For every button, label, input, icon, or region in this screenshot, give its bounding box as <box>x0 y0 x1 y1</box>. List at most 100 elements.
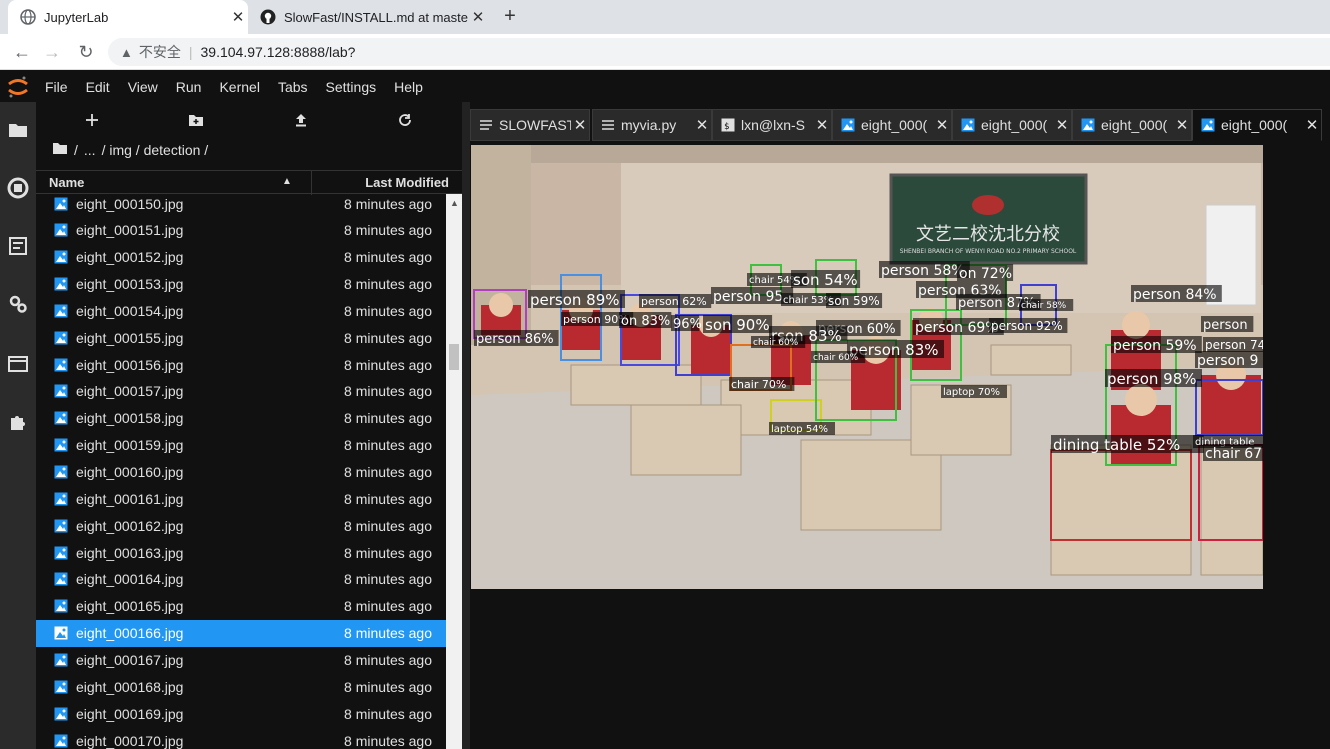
detection-label: person 95 <box>713 289 783 305</box>
breadcrumb-path[interactable]: / img / detection / <box>102 142 209 158</box>
back-button[interactable]: ← <box>10 40 34 64</box>
close-tab-icon[interactable]: ✕ <box>468 8 488 26</box>
file-row[interactable]: eight_000162.jpg 8 minutes ago <box>36 512 446 539</box>
forward-button[interactable]: → <box>40 40 64 64</box>
browser-toolbar: ← → ↻ ▲ 不安全 | 39.104.97.128:8888/lab? <box>0 34 1330 70</box>
panel-splitter[interactable] <box>462 102 470 749</box>
dock-tab[interactable]: eight_000(✕ <box>1072 109 1192 141</box>
file-row[interactable]: eight_000156.jpg 8 minutes ago <box>36 351 446 378</box>
close-tab-icon[interactable]: ✕ <box>933 116 951 134</box>
dock-tab[interactable]: eight_000(✕ <box>1192 109 1322 141</box>
image-file-icon <box>54 250 68 264</box>
close-tab-icon[interactable]: ✕ <box>813 116 831 134</box>
file-row[interactable]: eight_000151.jpg 8 minutes ago <box>36 217 446 244</box>
folder-icon[interactable] <box>52 142 68 158</box>
gear-icon[interactable] <box>6 292 30 316</box>
new-folder-button[interactable] <box>182 108 210 132</box>
menu-file[interactable]: File <box>36 79 77 95</box>
file-row[interactable]: eight_000165.jpg 8 minutes ago <box>36 593 446 620</box>
file-name: eight_000166.jpg <box>76 625 184 642</box>
column-divider[interactable] <box>311 171 312 195</box>
file-row[interactable]: eight_000166.jpg 8 minutes ago <box>36 619 446 647</box>
image-file-icon <box>54 572 68 586</box>
file-list-header: Name ▲ Last Modified <box>36 170 462 195</box>
file-row[interactable]: eight_000167.jpg 8 minutes ago <box>36 646 446 673</box>
sort-ascending-icon[interactable]: ▲ <box>282 176 292 187</box>
refresh-button[interactable] <box>391 108 419 132</box>
jupyter-logo-icon <box>0 71 36 102</box>
new-tab-button[interactable]: + <box>498 4 522 28</box>
menu-kernel[interactable]: Kernel <box>210 79 268 95</box>
image-file-icon <box>54 223 68 237</box>
file-row[interactable]: eight_000150.jpg 8 minutes ago <box>36 194 446 217</box>
file-row[interactable]: eight_000158.jpg 8 minutes ago <box>36 405 446 432</box>
file-row[interactable]: eight_000152.jpg 8 minutes ago <box>36 244 446 271</box>
close-tab-icon[interactable]: ✕ <box>228 8 248 26</box>
reload-button[interactable]: ↻ <box>74 40 98 64</box>
file-row[interactable]: eight_000159.jpg 8 minutes ago <box>36 432 446 459</box>
detection-label: person <box>1203 318 1248 333</box>
scroll-up-icon[interactable]: ▲ <box>450 198 459 208</box>
upload-button[interactable] <box>287 108 315 132</box>
file-name: eight_000162.jpg <box>76 517 184 534</box>
file-row[interactable]: eight_000164.jpg 8 minutes ago <box>36 566 446 593</box>
file-list-scrollbar[interactable]: ▲ <box>446 194 462 749</box>
file-row[interactable]: eight_000163.jpg 8 minutes ago <box>36 539 446 566</box>
warning-icon[interactable]: ▲ <box>120 45 133 60</box>
browser-tab-github[interactable]: SlowFast/INSTALL.md at maste ✕ <box>248 0 488 34</box>
image-file-icon <box>54 438 68 452</box>
close-tab-icon[interactable]: ✕ <box>693 116 711 134</box>
image-file-icon <box>54 519 68 533</box>
security-label[interactable]: 不安全 <box>139 42 181 62</box>
file-modified: 8 minutes ago <box>344 383 432 400</box>
url-text[interactable]: 39.104.97.128:8888/lab? <box>201 44 356 60</box>
running-sessions-icon[interactable] <box>6 176 30 200</box>
scrollbar-thumb[interactable] <box>449 344 459 370</box>
github-icon <box>260 9 276 25</box>
detection-label: son 90% <box>705 316 770 334</box>
file-row[interactable]: eight_000157.jpg 8 minutes ago <box>36 378 446 405</box>
file-name: eight_000153.jpg <box>76 276 184 293</box>
file-row[interactable]: eight_000168.jpg 8 minutes ago <box>36 673 446 700</box>
close-tab-icon[interactable]: ✕ <box>1173 116 1191 134</box>
column-last-modified[interactable]: Last Modified <box>365 175 449 190</box>
menu-edit[interactable]: Edit <box>77 79 119 95</box>
new-launcher-button[interactable] <box>78 108 106 132</box>
file-row[interactable]: eight_000160.jpg 8 minutes ago <box>36 459 446 486</box>
close-tab-icon[interactable]: ✕ <box>1053 116 1071 134</box>
file-modified: 8 minutes ago <box>344 329 432 346</box>
detection-label: laptop 70% <box>943 387 1000 398</box>
dock-tab[interactable]: eight_000(✕ <box>832 109 952 141</box>
dock-tab[interactable]: SLOWFAST ✕ <box>470 109 590 141</box>
dock-tab[interactable]: myvia.py ✕ <box>592 109 712 141</box>
menu-run[interactable]: Run <box>167 79 211 95</box>
breadcrumb-root[interactable]: / <box>74 142 78 158</box>
browser-tab-jupyterlab[interactable]: JupyterLab ✕ <box>8 0 248 34</box>
folder-icon[interactable] <box>6 118 30 142</box>
column-name[interactable]: Name <box>49 175 84 190</box>
command-palette-icon[interactable] <box>6 234 30 258</box>
file-row[interactable]: eight_000169.jpg 8 minutes ago <box>36 700 446 727</box>
dock-tab[interactable]: $ lxn@lxn-S ✕ <box>712 109 832 141</box>
file-row[interactable]: eight_000155.jpg 8 minutes ago <box>36 324 446 351</box>
breadcrumb-ellipsis[interactable]: ... <box>84 142 96 158</box>
address-bar[interactable]: ▲ 不安全 | 39.104.97.128:8888/lab? <box>108 38 1330 66</box>
file-row[interactable]: eight_000161.jpg 8 minutes ago <box>36 485 446 512</box>
image-icon <box>961 118 975 132</box>
menu-settings[interactable]: Settings <box>317 79 386 95</box>
extension-icon[interactable] <box>6 410 30 434</box>
close-tab-icon[interactable]: ✕ <box>571 116 589 134</box>
file-name: eight_000151.jpg <box>76 222 184 239</box>
tabs-icon[interactable] <box>6 352 30 376</box>
file-row[interactable]: eight_000170.jpg 8 minutes ago <box>36 727 446 749</box>
file-row[interactable]: eight_000154.jpg 8 minutes ago <box>36 297 446 324</box>
detection-label: on 83% <box>621 314 670 329</box>
dock-tab[interactable]: eight_000(✕ <box>952 109 1072 141</box>
file-row[interactable]: eight_000153.jpg 8 minutes ago <box>36 271 446 298</box>
close-tab-icon[interactable]: ✕ <box>1303 116 1321 134</box>
file-modified: 8 minutes ago <box>344 544 432 561</box>
menu-help[interactable]: Help <box>385 79 432 95</box>
menu-tabs[interactable]: Tabs <box>269 79 317 95</box>
image-file-icon <box>54 331 68 345</box>
menu-view[interactable]: View <box>119 79 167 95</box>
